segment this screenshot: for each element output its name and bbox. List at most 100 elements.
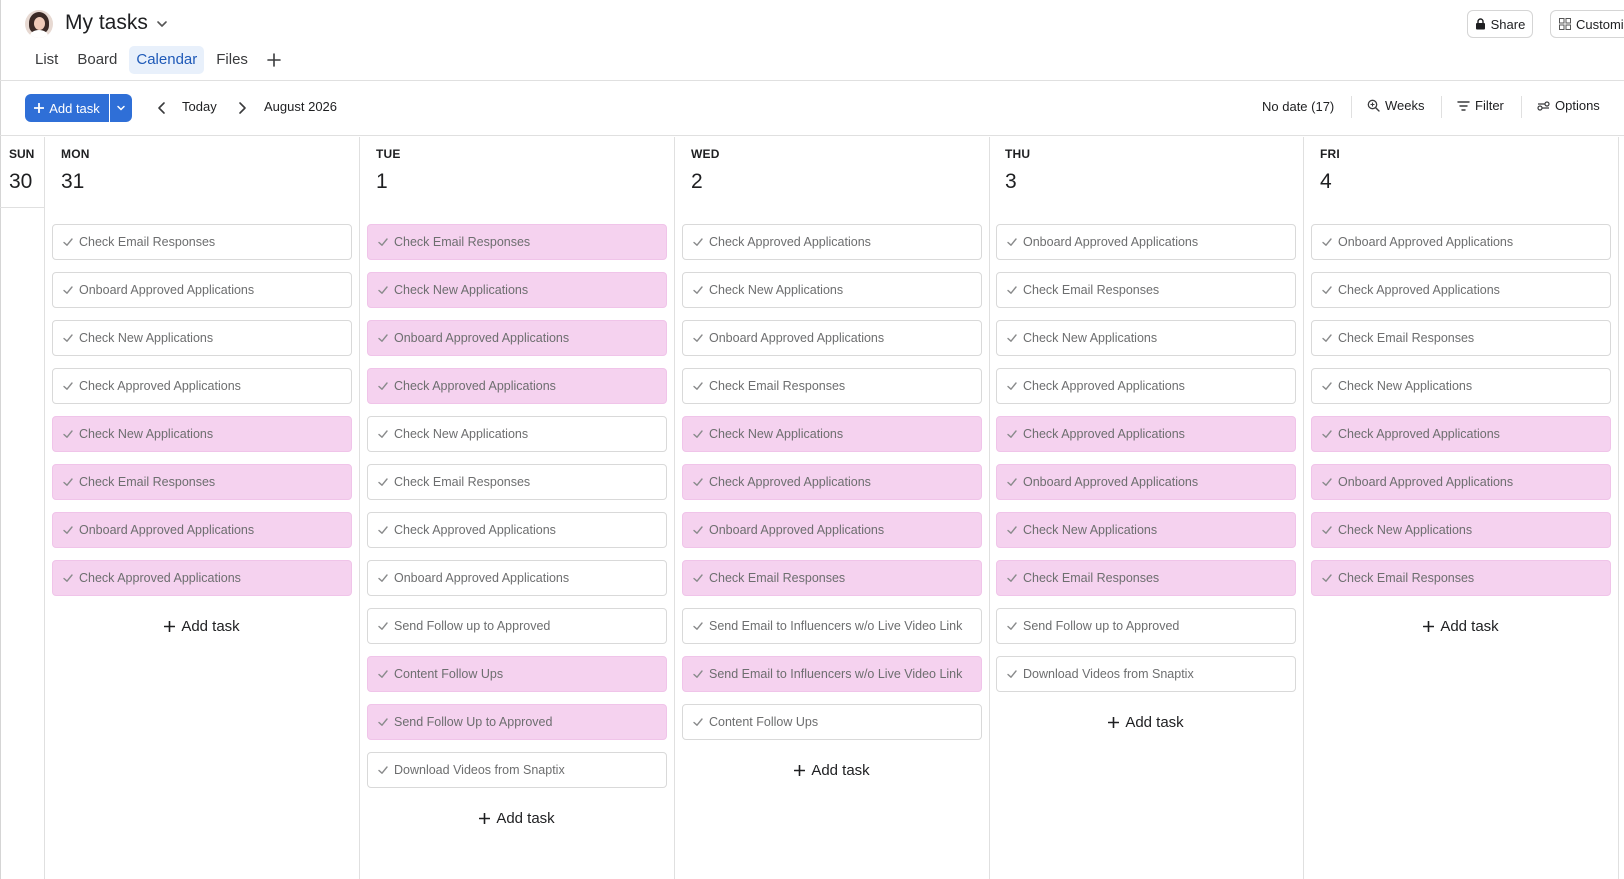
task-card[interactable]: Content Follow Ups bbox=[682, 704, 982, 740]
customize-button[interactable]: Customize bbox=[1550, 10, 1624, 38]
task-card[interactable]: Check New Applications bbox=[682, 416, 982, 452]
plus-icon bbox=[479, 812, 491, 824]
task-card[interactable]: Check New Applications bbox=[682, 272, 982, 308]
add-task-dropdown-button[interactable] bbox=[110, 94, 132, 122]
task-card[interactable]: Check Approved Applications bbox=[682, 224, 982, 260]
plus-icon bbox=[34, 103, 45, 113]
task-card[interactable]: Onboard Approved Applications bbox=[682, 512, 982, 548]
task-title: Check Approved Applications bbox=[709, 235, 871, 249]
task-card[interactable]: Onboard Approved Applications bbox=[52, 272, 352, 308]
tab-calendar[interactable]: Calendar bbox=[129, 46, 205, 74]
chevron-down-icon[interactable] bbox=[153, 15, 171, 33]
tab-list[interactable]: List bbox=[28, 46, 65, 74]
task-card[interactable]: Send Email to Influencers w/o Live Video… bbox=[682, 656, 982, 692]
add-task-inline-label: Add task bbox=[496, 809, 555, 827]
task-card[interactable]: Check Email Responses bbox=[1311, 320, 1611, 356]
today-button[interactable]: Today bbox=[182, 99, 217, 114]
task-card[interactable]: Check Email Responses bbox=[682, 368, 982, 404]
task-title: Onboard Approved Applications bbox=[394, 571, 570, 585]
task-title: Check Approved Applications bbox=[394, 523, 556, 537]
task-card[interactable]: Check New Applications bbox=[1311, 512, 1611, 548]
task-card[interactable]: Check Approved Applications bbox=[52, 368, 352, 404]
day-column-fri: FRI 4 Onboard Approved Applications Check A… bbox=[1304, 137, 1619, 879]
task-card[interactable]: Download Videos from Snaptix bbox=[996, 656, 1296, 692]
task-card[interactable]: Check New Applications bbox=[996, 512, 1296, 548]
task-card[interactable]: Onboard Approved Applications bbox=[996, 464, 1296, 500]
task-title: Content Follow Ups bbox=[709, 715, 819, 729]
task-card[interactable]: Check New Applications bbox=[52, 320, 352, 356]
check-icon bbox=[1007, 334, 1017, 342]
task-card[interactable]: Send Email to Influencers w/o Live Video… bbox=[682, 608, 982, 644]
task-title: Send Email to Influencers w/o Live Video… bbox=[709, 667, 963, 681]
options-label: Options bbox=[1555, 98, 1600, 113]
task-card[interactable]: Check Approved Applications bbox=[367, 512, 667, 548]
check-icon bbox=[693, 286, 703, 294]
filter-icon bbox=[1457, 100, 1470, 111]
task-card[interactable]: Check Email Responses bbox=[52, 224, 352, 260]
task-card[interactable]: Onboard Approved Applications bbox=[682, 320, 982, 356]
day-name: THU bbox=[1005, 147, 1031, 161]
task-card[interactable]: Check New Applications bbox=[367, 416, 667, 452]
task-card[interactable]: Onboard Approved Applications bbox=[367, 320, 667, 356]
task-card[interactable]: Onboard Approved Applications bbox=[52, 512, 352, 548]
check-icon bbox=[63, 478, 73, 486]
task-card[interactable]: Check Approved Applications bbox=[996, 368, 1296, 404]
task-card[interactable]: Check New Applications bbox=[52, 416, 352, 452]
add-task-inline-button[interactable]: Add task bbox=[52, 614, 352, 638]
options-button[interactable]: Options bbox=[1537, 98, 1600, 113]
task-card[interactable]: Check Email Responses bbox=[682, 560, 982, 596]
share-button[interactable]: Share bbox=[1467, 10, 1533, 38]
check-icon bbox=[1007, 622, 1017, 630]
filter-button[interactable]: Filter bbox=[1457, 98, 1504, 113]
task-card[interactable]: Check Email Responses bbox=[367, 224, 667, 260]
task-card[interactable]: Check Approved Applications bbox=[1311, 416, 1611, 452]
task-card[interactable]: Onboard Approved Applications bbox=[1311, 464, 1611, 500]
toolbar-divider bbox=[1351, 96, 1352, 118]
task-card[interactable]: Check Email Responses bbox=[52, 464, 352, 500]
task-card[interactable]: Check Email Responses bbox=[367, 464, 667, 500]
check-icon bbox=[1322, 334, 1332, 342]
check-icon bbox=[378, 238, 388, 246]
weeks-button[interactable]: Weeks bbox=[1367, 98, 1425, 113]
avatar[interactable] bbox=[25, 10, 53, 38]
tab-files[interactable]: Files bbox=[209, 46, 255, 74]
next-period-button[interactable] bbox=[232, 98, 252, 118]
task-card[interactable]: Check New Applications bbox=[367, 272, 667, 308]
task-card[interactable]: Onboard Approved Applications bbox=[996, 224, 1296, 260]
add-task-inline-button[interactable]: Add task bbox=[1311, 614, 1611, 638]
task-card[interactable]: Send Follow Up to Approved bbox=[367, 704, 667, 740]
day-name: TUE bbox=[376, 147, 401, 161]
task-title: Download Videos from Snaptix bbox=[1023, 667, 1194, 681]
check-icon bbox=[693, 526, 703, 534]
task-card[interactable]: Check Approved Applications bbox=[996, 416, 1296, 452]
task-card[interactable]: Check Approved Applications bbox=[682, 464, 982, 500]
task-card[interactable]: Check New Applications bbox=[996, 320, 1296, 356]
check-icon bbox=[1007, 286, 1017, 294]
check-icon bbox=[693, 430, 703, 438]
task-card[interactable]: Check Email Responses bbox=[996, 560, 1296, 596]
previous-period-button[interactable] bbox=[152, 98, 172, 118]
task-card[interactable]: Check Approved Applications bbox=[52, 560, 352, 596]
add-task-inline-button[interactable]: Add task bbox=[682, 758, 982, 782]
task-card[interactable]: Check Email Responses bbox=[996, 272, 1296, 308]
check-icon bbox=[1007, 670, 1017, 678]
tab-board[interactable]: Board bbox=[70, 46, 124, 74]
task-card[interactable]: Content Follow Ups bbox=[367, 656, 667, 692]
task-title: Check New Applications bbox=[79, 427, 214, 441]
add-tab-icon[interactable] bbox=[262, 48, 286, 72]
add-task-inline-button[interactable]: Add task bbox=[367, 806, 667, 830]
task-card[interactable]: Check Email Responses bbox=[1311, 560, 1611, 596]
add-task-button[interactable]: Add task bbox=[25, 94, 109, 122]
task-card[interactable]: Check Approved Applications bbox=[1311, 272, 1611, 308]
task-card[interactable]: Onboard Approved Applications bbox=[1311, 224, 1611, 260]
task-title: Check Email Responses bbox=[709, 571, 846, 585]
task-card[interactable]: Send Follow up to Approved bbox=[996, 608, 1296, 644]
task-card[interactable]: Download Videos from Snaptix bbox=[367, 752, 667, 788]
task-card[interactable]: Send Follow up to Approved bbox=[367, 608, 667, 644]
task-card[interactable]: Onboard Approved Applications bbox=[367, 560, 667, 596]
task-card[interactable]: Check New Applications bbox=[1311, 368, 1611, 404]
add-task-inline-button[interactable]: Add task bbox=[996, 710, 1296, 734]
no-date-button[interactable]: No date (17) bbox=[1262, 99, 1334, 114]
task-title: Check New Applications bbox=[1023, 331, 1158, 345]
task-card[interactable]: Check Approved Applications bbox=[367, 368, 667, 404]
